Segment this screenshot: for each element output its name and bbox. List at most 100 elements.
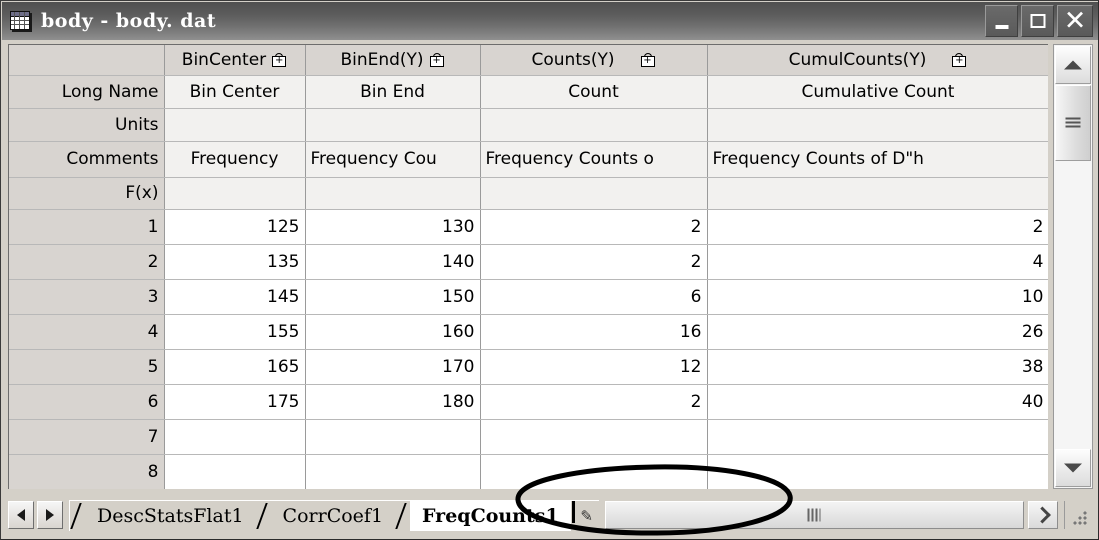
row-header-index[interactable]: 8 <box>9 454 165 489</box>
resize-grip-icon[interactable] <box>1064 501 1091 529</box>
scroll-down-button[interactable] <box>1055 449 1091 487</box>
data-cell[interactable]: 16 <box>480 314 708 350</box>
comments-cell-counts[interactable]: Frequency Counts o <box>480 141 708 178</box>
data-cell[interactable]: 155 <box>164 314 306 350</box>
data-cell[interactable]: 175 <box>164 384 306 420</box>
fx-cell-bincenter[interactable] <box>164 177 306 210</box>
data-cell[interactable]: 40 <box>707 384 1048 420</box>
minimize-button[interactable] <box>985 5 1018 37</box>
column-header-label: CumulCounts(Y) <box>788 49 927 70</box>
long-name-cell-cumulcounts[interactable]: Cumulative Count <box>707 75 1048 109</box>
long-name-cell-counts[interactable]: Count <box>480 75 708 109</box>
data-cell[interactable]: 26 <box>707 314 1048 350</box>
row-header-index[interactable]: 6 <box>9 384 165 420</box>
data-cell[interactable]: 2 <box>707 209 1048 245</box>
tab-prev-button[interactable] <box>8 501 34 529</box>
row-header-index[interactable]: 5 <box>9 349 165 385</box>
units-cell-binend[interactable] <box>305 108 481 142</box>
grip-icon <box>1065 117 1081 129</box>
pencil-icon[interactable]: ✎ <box>574 500 599 531</box>
data-cell[interactable] <box>164 454 306 489</box>
long-name-cell-binend[interactable]: Bin End <box>305 75 481 109</box>
chevron-right-icon <box>1033 506 1051 524</box>
vertical-scrollbar-thumb[interactable] <box>1055 85 1091 161</box>
comments-cell-binend[interactable]: Frequency Cou <box>305 141 481 178</box>
table-row: 4 155 160 16 26 <box>9 314 1048 350</box>
fx-cell-binend[interactable] <box>305 177 481 210</box>
data-cell[interactable]: 125 <box>164 209 306 245</box>
minimize-icon <box>995 25 1008 29</box>
data-cell[interactable]: 2 <box>480 244 708 280</box>
data-cell[interactable]: 4 <box>707 244 1048 280</box>
data-cell[interactable]: 2 <box>480 384 708 420</box>
data-cell[interactable]: 150 <box>305 279 481 315</box>
tab-corrcoef1[interactable]: CorrCoef1 <box>270 500 396 531</box>
comments-cell-cumulcounts[interactable]: Frequency Counts of D"h <box>707 141 1048 178</box>
column-header-binend[interactable]: BinEnd(Y) <box>305 45 481 76</box>
data-cell[interactable]: 6 <box>480 279 708 315</box>
lock-icon[interactable] <box>272 52 287 67</box>
maximize-icon <box>1030 14 1045 28</box>
column-header-label: BinCenter <box>181 49 267 70</box>
fx-cell-counts[interactable] <box>480 177 708 210</box>
row-header-index[interactable]: 7 <box>9 419 165 455</box>
row-header-units[interactable]: Units <box>9 108 165 142</box>
row-header-fx[interactable]: F(x) <box>9 177 165 210</box>
data-cell[interactable] <box>305 454 481 489</box>
units-cell-counts[interactable] <box>480 108 708 142</box>
row-header-index[interactable]: 1 <box>9 209 165 245</box>
data-cell[interactable] <box>707 454 1048 489</box>
units-cell-cumulcounts[interactable] <box>707 108 1048 142</box>
tab-next-button[interactable] <box>37 501 63 529</box>
chevron-up-icon <box>1064 60 1082 70</box>
data-cell[interactable]: 130 <box>305 209 481 245</box>
column-header-counts[interactable]: Counts(Y) <box>480 45 708 76</box>
data-cell[interactable] <box>480 454 708 489</box>
row-header-long-name[interactable]: Long Name <box>9 75 165 109</box>
fx-cell-cumulcounts[interactable] <box>707 177 1048 210</box>
scroll-up-button[interactable] <box>1055 46 1091 84</box>
data-cell[interactable]: 38 <box>707 349 1048 385</box>
row-header-index[interactable]: 2 <box>9 244 165 280</box>
data-cell[interactable]: 170 <box>305 349 481 385</box>
data-cell[interactable]: 2 <box>480 209 708 245</box>
tab-freqcounts1[interactable]: FreqCounts1 <box>410 500 571 531</box>
horizontal-scrollbar-thumb[interactable] <box>604 501 1024 529</box>
window-controls: ✕ <box>985 5 1093 37</box>
title-bar[interactable]: body - body. dat ✕ <box>2 2 1098 40</box>
data-cell[interactable] <box>305 419 481 455</box>
column-header-bincenter[interactable]: BinCenter <box>164 45 306 76</box>
data-cell[interactable]: 160 <box>305 314 481 350</box>
lock-icon[interactable] <box>952 52 967 67</box>
row-header-index[interactable]: 4 <box>9 314 165 350</box>
grip-icon <box>807 508 821 522</box>
row-header-index[interactable]: 3 <box>9 279 165 315</box>
close-button[interactable]: ✕ <box>1057 5 1093 37</box>
lock-icon[interactable] <box>640 52 656 67</box>
data-cell[interactable]: 165 <box>164 349 306 385</box>
data-cell[interactable] <box>164 419 306 455</box>
data-cell[interactable] <box>480 419 708 455</box>
units-cell-bincenter[interactable] <box>164 108 306 142</box>
horizontal-scrollbar[interactable] <box>604 500 1058 530</box>
data-cell[interactable] <box>707 419 1048 455</box>
data-cell[interactable]: 10 <box>707 279 1048 315</box>
tab-descstatsflat1[interactable]: DescStatsFlat1 <box>85 500 256 531</box>
data-cell[interactable]: 140 <box>305 244 481 280</box>
long-name-cell-bincenter[interactable]: Bin Center <box>164 75 306 109</box>
row-header-comments[interactable]: Comments <box>9 141 165 178</box>
data-cell[interactable]: 12 <box>480 349 708 385</box>
data-cell[interactable]: 135 <box>164 244 306 280</box>
column-header-cumulcounts[interactable]: CumulCounts(Y) <box>707 45 1048 76</box>
lock-icon[interactable] <box>429 52 445 67</box>
worksheet-grid-panel[interactable]: BinCenter BinEnd(Y) Counts(Y) <box>8 44 1048 489</box>
scroll-right-button[interactable] <box>1028 501 1058 529</box>
worksheet-table[interactable]: BinCenter BinEnd(Y) Counts(Y) <box>9 45 1048 489</box>
grid-corner-cell[interactable] <box>9 45 165 76</box>
vertical-scrollbar[interactable] <box>1053 44 1093 489</box>
worksheet-grid-icon <box>10 10 32 32</box>
comments-cell-bincenter[interactable]: Frequency <box>164 141 306 178</box>
data-cell[interactable]: 145 <box>164 279 306 315</box>
data-cell[interactable]: 180 <box>305 384 481 420</box>
maximize-button[interactable] <box>1021 5 1054 37</box>
